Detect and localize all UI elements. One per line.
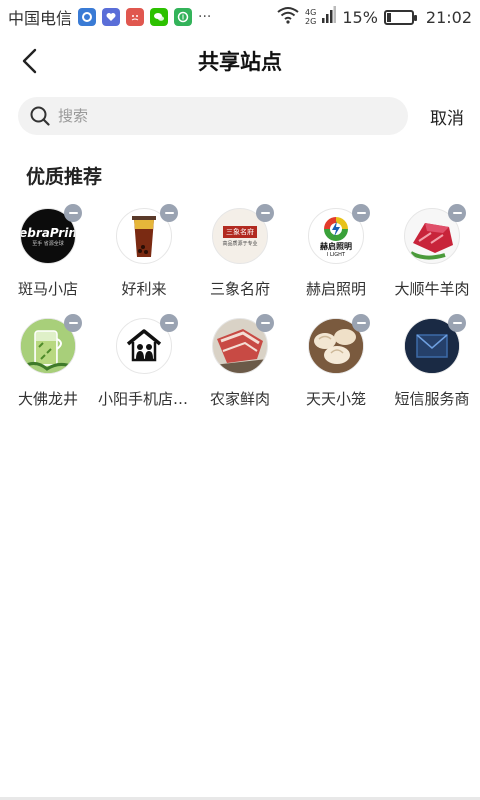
remove-badge[interactable] xyxy=(256,314,274,332)
store-item[interactable]: 短信服务商 xyxy=(384,314,480,415)
money-icon xyxy=(174,8,193,26)
remove-badge[interactable] xyxy=(64,204,82,222)
back-button[interactable] xyxy=(14,46,44,76)
status-bar: 中国电信 ··· 4G 2G 15% 21:02 xyxy=(0,0,480,34)
remove-badge[interactable] xyxy=(256,204,274,222)
store-label: 天天小笼 xyxy=(305,390,366,408)
store-item[interactable]: 农家鲜肉 xyxy=(192,314,288,415)
store-label: 大佛龙井 xyxy=(17,390,78,408)
store-label: 斑马小店 xyxy=(17,280,78,298)
store-logo-subtext: 至手 省源全球 xyxy=(32,240,64,247)
remove-badge[interactable] xyxy=(448,314,466,332)
store-avatar-wrap: 赫启照明 I LIGHT xyxy=(308,204,370,264)
store-item[interactable]: 大佛龙井 xyxy=(0,314,96,415)
section-title: 优质推荐 xyxy=(26,166,103,188)
status-right: 4G 2G 15% 21:02 xyxy=(277,6,472,28)
store-label: 三象名府 xyxy=(209,280,270,298)
search-row: 取消 xyxy=(18,97,468,135)
search-input[interactable] xyxy=(58,107,378,125)
network-2g: 2G xyxy=(305,17,317,26)
clock: 21:02 xyxy=(425,7,472,27)
health-icon xyxy=(102,8,121,26)
signal-icon xyxy=(322,6,337,28)
remove-badge[interactable] xyxy=(160,204,178,222)
store-label: 大顺牛羊肉 xyxy=(394,280,470,298)
store-label: 赫启照明 xyxy=(305,280,366,298)
battery-percent: 15% xyxy=(342,7,378,27)
store-item[interactable]: 好利来 xyxy=(96,204,192,305)
store-label: 短信服务商 xyxy=(394,390,470,408)
store-logo-subtext: I LIGHT xyxy=(326,251,345,258)
header: 共享站点 xyxy=(0,34,480,88)
store-logo-text: 赫启照明 xyxy=(320,241,352,251)
store-avatar-wrap xyxy=(20,314,82,374)
store-avatar-wrap xyxy=(116,204,178,264)
remove-badge[interactable] xyxy=(64,314,82,332)
store-avatar-wrap: 三象名府 高品质源于专业 xyxy=(212,204,274,264)
store-item[interactable]: 赫启照明 I LIGHT 赫启照明 xyxy=(288,204,384,305)
store-item[interactable]: 三象名府 高品质源于专业 三象名府 xyxy=(192,204,288,305)
remove-badge[interactable] xyxy=(352,204,370,222)
store-item[interactable]: 大顺牛羊肉 xyxy=(384,204,480,305)
house-people-icon xyxy=(126,329,162,362)
remove-badge[interactable] xyxy=(160,314,178,332)
store-avatar-wrap xyxy=(116,314,178,374)
page-title: 共享站点 xyxy=(198,50,282,74)
store-logo-text: 三象名府 xyxy=(223,225,257,238)
store-avatar-wrap xyxy=(404,314,466,374)
browser-icon xyxy=(78,8,97,26)
remove-badge[interactable] xyxy=(352,314,370,332)
store-label: 好利来 xyxy=(121,280,167,298)
store-item[interactable]: 小阳手机店-... xyxy=(96,314,192,415)
network-4g: 4G xyxy=(305,8,317,17)
chevron-left-icon xyxy=(22,48,37,74)
remove-badge[interactable] xyxy=(448,204,466,222)
battery-icon xyxy=(383,9,417,25)
network-type: 4G 2G xyxy=(305,8,316,26)
status-left: 中国电信 ··· xyxy=(8,5,211,29)
wifi-icon xyxy=(277,6,299,28)
lightning-logo-icon xyxy=(324,216,348,241)
store-avatar-wrap xyxy=(308,314,370,374)
more-notifications: ··· xyxy=(198,9,212,25)
store-grid: ebraPrin 至手 省源全球 斑马小店 好利来 三象名府 高品质源于专业 三… xyxy=(0,204,480,415)
store-avatar-wrap: ebraPrin 至手 省源全球 xyxy=(20,204,82,264)
wechat-icon xyxy=(150,8,169,26)
store-label: 农家鲜肉 xyxy=(209,390,270,408)
cancel-button[interactable]: 取消 xyxy=(430,104,468,129)
store-logo-subtext: 高品质源于专业 xyxy=(222,240,258,247)
store-avatar-wrap xyxy=(212,314,274,374)
carrier-name: 中国电信 xyxy=(8,9,73,28)
store-label: 小阳手机店-... xyxy=(98,390,190,408)
search-icon xyxy=(30,106,50,126)
store-item[interactable]: ebraPrin 至手 省源全球 斑马小店 xyxy=(0,204,96,305)
angry-face-icon xyxy=(126,8,145,26)
store-avatar-wrap xyxy=(404,204,466,264)
search-box[interactable] xyxy=(18,97,408,135)
store-item[interactable]: 天天小笼 xyxy=(288,314,384,415)
battery-fill xyxy=(386,12,391,22)
store-logo-text: ebraPrin xyxy=(20,225,76,240)
